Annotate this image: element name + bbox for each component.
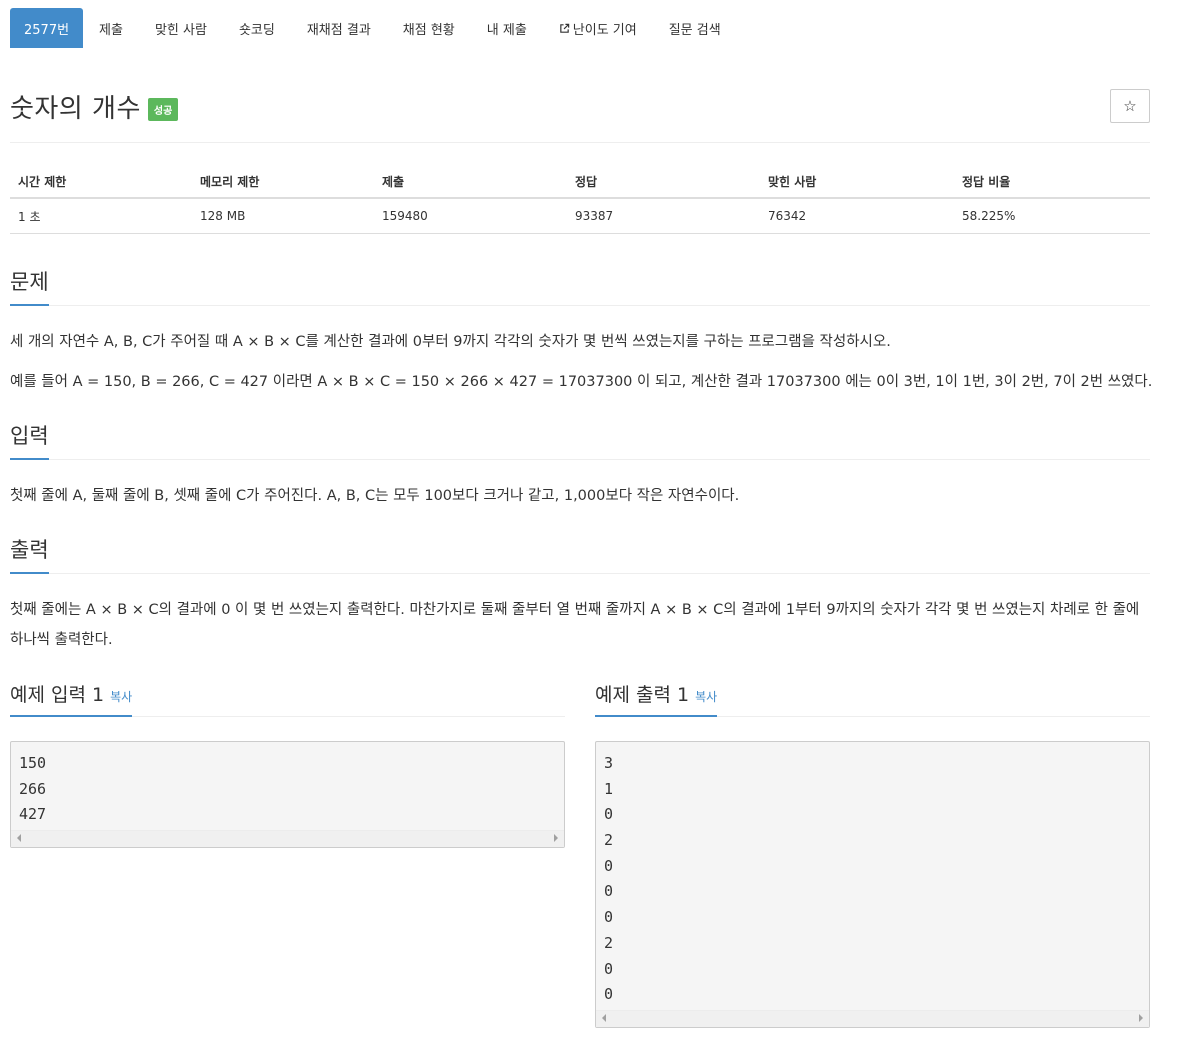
copy-sample-output-button[interactable]: 복사 [695,690,717,704]
sample-output-title: 예제 출력 1 복사 [595,680,718,717]
scroll-right-icon[interactable] [1139,1013,1143,1022]
horizontal-scrollbar[interactable] [11,830,564,848]
section-input-header: 입력 [10,420,1150,460]
problem-description-2: 예를 들어 A = 150, B = 266, C = 427 이라면 A × … [10,374,1153,390]
sample-input-line: 266 [19,779,47,798]
tab-short-coding[interactable]: 숏코딩 [223,8,291,48]
header-memory-limit: 메모리 제한 [192,165,374,199]
section-output-header: 출력 [10,534,1150,574]
section-title-input: 입력 [10,420,49,460]
value-memory-limit: 128 MB [192,198,374,234]
output-description: 첫째 줄에는 A × B × C의 결과에 0 이 몇 번 쓰였는지 출력한다.… [10,602,1140,648]
tab-status[interactable]: 채점 현황 [387,8,471,48]
section-problem-header: 문제 [10,266,1150,306]
sample-input-header: 예제 입력 1 복사 [10,680,565,717]
status-badge: 성공 [147,98,179,121]
header-accepted: 정답 [567,165,760,199]
sample-output-box[interactable]: 3 1 0 2 0 0 0 2 0 0 [595,741,1150,1028]
sample-output-line: 2 [604,933,614,952]
sample-input-box[interactable]: 150 266 427 [10,741,565,849]
sample-output-line: 1 [604,779,614,798]
scroll-right-icon[interactable] [554,834,558,843]
star-icon: ☆ [1123,97,1137,115]
title-divider [10,142,1150,143]
section-title-problem: 문제 [10,266,49,306]
tab-rejudge-results[interactable]: 재채점 결과 [291,8,387,48]
sample-input-line: 150 [19,754,47,772]
tab-my-submissions[interactable]: 내 제출 [471,8,543,48]
sample-output-line: 0 [604,856,614,875]
header-time-limit: 시간 제한 [10,165,192,199]
table-header-row: 시간 제한 메모리 제한 제출 정답 맞힌 사람 정답 비율 [10,165,1150,199]
sample-output-line: 0 [604,985,614,1004]
header-ratio: 정답 비율 [954,165,1150,199]
problem-info-table: 시간 제한 메모리 제한 제출 정답 맞힌 사람 정답 비율 1 초 128 M… [10,165,1150,234]
problem-title-row: 숫자의 개수 성공 [10,88,179,125]
tab-difficulty-label: 난이도 기여 [572,22,637,38]
external-link-icon [560,23,570,33]
horizontal-scrollbar[interactable] [596,1009,1149,1027]
scroll-left-icon[interactable] [17,834,21,843]
table-row: 1 초 128 MB 159480 93387 76342 58.225% [10,198,1150,234]
sample-output-line: 0 [604,805,614,824]
header-solvers: 맞힌 사람 [760,165,954,199]
tab-solvers[interactable]: 맞힌 사람 [139,8,223,48]
problem-title: 숫자의 개수 [10,94,141,124]
star-button[interactable]: ☆ [1110,89,1150,123]
sample-input-title: 예제 입력 1 복사 [10,680,133,717]
sample-input-line: 427 [19,805,47,824]
input-description: 첫째 줄에 A, 둘째 줄에 B, 셋째 줄에 C가 주어진다. A, B, C… [10,488,740,504]
problem-nav: 2577번 제출 맞힌 사람 숏코딩 재채점 결과 채점 현황 내 제출 난이도… [10,8,737,48]
value-ratio: 58.225% [954,198,1150,234]
sample-output-line: 0 [604,908,614,927]
value-solvers: 76342 [760,198,954,234]
sample-output-line: 0 [604,959,614,978]
sample-output-line: 2 [604,831,614,850]
sample-output-header: 예제 출력 1 복사 [595,680,1150,717]
value-submissions: 159480 [374,198,567,234]
tab-question-search[interactable]: 질문 검색 [653,8,737,48]
value-time-limit: 1 초 [10,198,192,234]
sample-output-line: 0 [604,882,614,901]
tab-problem[interactable]: 2577번 [10,8,84,48]
header-submissions: 제출 [374,165,567,199]
copy-sample-input-button[interactable]: 복사 [110,690,132,704]
section-title-output: 출력 [10,534,49,574]
problem-description-1: 세 개의 자연수 A, B, C가 주어질 때 A × B × C를 계산한 결… [10,334,891,350]
tab-difficulty-contribution[interactable]: 난이도 기여 [543,8,653,48]
tab-submit[interactable]: 제출 [83,8,139,48]
scroll-left-icon[interactable] [602,1013,606,1022]
value-accepted: 93387 [567,198,760,234]
sample-output-line: 3 [604,754,614,772]
